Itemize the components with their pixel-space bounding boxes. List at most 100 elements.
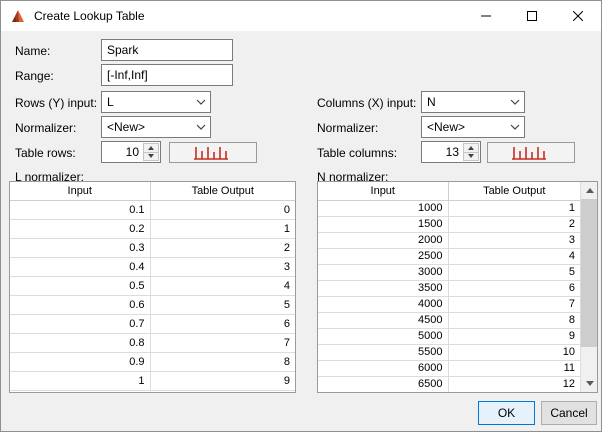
name-input[interactable] <box>101 39 233 61</box>
table-row: 0.8 7 <box>10 332 295 353</box>
vertical-scrollbar[interactable] <box>580 182 597 392</box>
table-cell[interactable]: 1 <box>10 370 151 391</box>
spinner-up-icon[interactable] <box>463 143 479 153</box>
table-cell[interactable]: 8 <box>149 351 295 372</box>
maximize-icon[interactable] <box>509 1 555 31</box>
spinner-up-icon[interactable] <box>143 143 159 153</box>
col-normalizer-dropdown[interactable]: <New> <box>421 116 525 138</box>
col-breakpoints-button[interactable] <box>487 142 575 163</box>
table-row: 0.4 3 <box>10 256 295 277</box>
table-cell[interactable]: 0.5 <box>10 275 151 296</box>
table-cell[interactable]: 0.1 <box>10 199 151 220</box>
column-header-input[interactable]: Input <box>318 182 449 201</box>
scrollbar-thumb[interactable] <box>581 199 597 347</box>
table-cell[interactable]: 4500 <box>318 311 449 329</box>
column-header-input[interactable]: Input <box>10 182 151 201</box>
scroll-up-icon[interactable] <box>581 182 597 199</box>
table-cell[interactable]: 7 <box>149 332 295 353</box>
table-row: 0.6 5 <box>10 294 295 315</box>
table-cell[interactable]: 8 <box>447 311 580 329</box>
row-normalizer-dropdown[interactable]: <New> <box>101 116 211 138</box>
table-cell[interactable]: 5500 <box>318 343 449 361</box>
close-icon[interactable] <box>555 1 601 31</box>
table-cell[interactable]: 0.4 <box>10 256 151 277</box>
table-cell[interactable]: 2000 <box>318 231 449 249</box>
table-cell[interactable]: 6 <box>447 279 580 297</box>
minimize-icon[interactable] <box>463 1 509 31</box>
scroll-down-icon[interactable] <box>581 375 597 392</box>
table-cell[interactable]: 1000 <box>318 199 449 217</box>
table-cell[interactable]: 0.2 <box>10 218 151 239</box>
table-cell[interactable]: 4 <box>149 275 295 296</box>
table-cell[interactable]: 0 <box>149 199 295 220</box>
table-row: 4000 7 <box>318 295 580 313</box>
right-normalizer-table: Input Table Output 1000 1 1500 2 2000 3 2500 4 3… <box>317 181 598 393</box>
table-row: 0.7 6 <box>10 313 295 334</box>
breakpoints-icon <box>194 147 228 160</box>
col-normalizer-label: Normalizer: <box>317 121 379 135</box>
table-cols-spinner[interactable] <box>421 141 481 163</box>
cols-input-dropdown[interactable]: N <box>421 91 525 113</box>
table-row: 1000 1 <box>318 199 580 217</box>
col-normalizer-value: <New> <box>427 120 466 134</box>
table-row: 0.2 1 <box>10 218 295 239</box>
table-cell[interactable]: 6500 <box>318 375 449 392</box>
table-cell[interactable]: 0.9 <box>10 351 151 372</box>
table-row: 4500 8 <box>318 311 580 329</box>
table-header-row: Input Table Output <box>318 182 580 201</box>
table-cell[interactable]: 3 <box>149 256 295 277</box>
table-cell[interactable]: 0.3 <box>10 237 151 258</box>
table-row: 3500 6 <box>318 279 580 297</box>
ok-button[interactable]: OK <box>478 401 535 425</box>
table-cell[interactable]: 2 <box>149 237 295 258</box>
table-cell[interactable]: 1 <box>149 218 295 239</box>
table-cell[interactable]: 7 <box>447 295 580 313</box>
breakpoints-icon <box>512 147 546 160</box>
table-cell[interactable]: 6 <box>149 313 295 334</box>
range-input[interactable] <box>101 64 233 86</box>
table-cell[interactable]: 9 <box>149 370 295 391</box>
rows-input-dropdown[interactable]: L <box>101 91 211 113</box>
row-breakpoints-button[interactable] <box>169 142 257 163</box>
table-cell[interactable]: 0.8 <box>10 332 151 353</box>
window-title: Create Lookup Table <box>34 9 145 23</box>
spinner-down-icon[interactable] <box>463 152 479 161</box>
column-header-table-output[interactable]: Table Output <box>447 182 580 201</box>
table-cell[interactable]: 6000 <box>318 359 449 377</box>
table-row: 0.3 2 <box>10 237 295 258</box>
left-normalizer-table: Input Table Output 0.1 0 0.2 1 0.3 2 0.4 3 0.5 4 0… <box>9 181 296 393</box>
table-cell[interactable]: 9 <box>447 327 580 345</box>
table-cell[interactable]: 12 <box>447 375 580 392</box>
table-cell[interactable]: 5000 <box>318 327 449 345</box>
table-row: 2000 3 <box>318 231 580 249</box>
table-cell[interactable]: 5 <box>149 294 295 315</box>
table-cell[interactable]: 11 <box>447 359 580 377</box>
table-cell[interactable]: 3000 <box>318 263 449 281</box>
table-cell[interactable]: 0.6 <box>10 294 151 315</box>
table-cell[interactable]: 4 <box>447 247 580 265</box>
table-cell[interactable]: 3 <box>447 231 580 249</box>
table-row: 1500 2 <box>318 215 580 233</box>
table-cell[interactable]: 10 <box>447 343 580 361</box>
table-cell[interactable]: 5 <box>447 263 580 281</box>
table-cell[interactable]: 0.7 <box>10 313 151 334</box>
right-table-scroll-area: Input Table Output 1000 1 1500 2 2000 3 2500 4 3… <box>318 182 580 392</box>
table-cell[interactable]: 3500 <box>318 279 449 297</box>
table-cell[interactable]: 1500 <box>318 215 449 233</box>
table-cell[interactable]: 2 <box>447 215 580 233</box>
cancel-button[interactable]: Cancel <box>541 401 597 425</box>
chevron-down-icon <box>506 99 524 105</box>
table-cell[interactable]: 4000 <box>318 295 449 313</box>
table-row: 5000 9 <box>318 327 580 345</box>
table-cell[interactable]: 1 <box>447 199 580 217</box>
chevron-down-icon <box>506 124 524 130</box>
dialog-body: Name: Range: Rows (Y) input: L Columns (… <box>1 31 601 431</box>
table-cols-label: Table columns: <box>317 146 398 160</box>
table-row: 0.9 8 <box>10 351 295 372</box>
spinner-down-icon[interactable] <box>143 152 159 161</box>
chevron-down-icon <box>192 99 210 105</box>
table-row: 6500 12 <box>318 375 580 392</box>
column-header-table-output[interactable]: Table Output <box>149 182 295 201</box>
table-rows-spinner[interactable] <box>101 141 161 163</box>
table-cell[interactable]: 2500 <box>318 247 449 265</box>
